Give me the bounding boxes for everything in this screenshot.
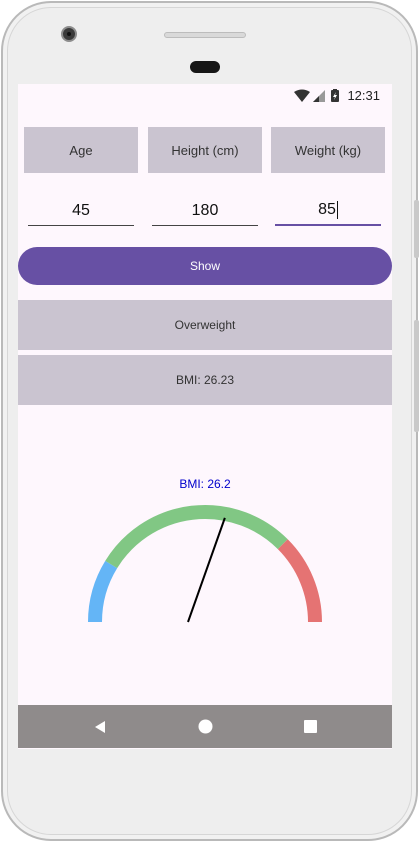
- weight-input-value: 85: [318, 201, 336, 218]
- volume-button: [414, 200, 419, 258]
- gauge-needle: [187, 517, 226, 623]
- show-button[interactable]: Show: [18, 247, 392, 285]
- wifi-icon: [294, 89, 310, 102]
- back-icon: [95, 720, 105, 733]
- gauge-label: BMI: 26.2: [179, 477, 231, 491]
- front-camera: [61, 26, 77, 42]
- navigation-bar: [18, 705, 392, 748]
- back-button[interactable]: [70, 705, 130, 748]
- height-input-value: 180: [191, 201, 219, 219]
- age-label: Age: [24, 127, 138, 173]
- status-bar: 12:31: [18, 84, 392, 108]
- power-button: [414, 320, 419, 432]
- weight-label: Weight (kg): [271, 127, 385, 173]
- earpiece-speaker: [164, 32, 246, 38]
- recents-button[interactable]: [280, 705, 340, 748]
- bmi-result: BMI: 26.23: [18, 355, 392, 405]
- app-screen: 12:31 Age Height (cm) Weight (kg) 45 180…: [18, 84, 392, 749]
- home-icon: [198, 719, 212, 734]
- height-input[interactable]: 180: [152, 196, 258, 226]
- text-cursor: [336, 201, 338, 219]
- category-result: Overweight: [18, 300, 392, 350]
- gauge-segment-1: [105, 505, 288, 569]
- status-icons: [294, 89, 339, 102]
- weight-input[interactable]: 85: [275, 196, 381, 226]
- age-input-value: 45: [72, 201, 90, 219]
- gauge-segment-2: [277, 539, 322, 623]
- phone-device: 12:31 Age Height (cm) Weight (kg) 45 180…: [0, 0, 419, 842]
- gauge-segment-0: [88, 560, 118, 623]
- status-time: 12:31: [347, 88, 380, 103]
- height-label: Height (cm): [148, 127, 262, 173]
- age-input[interactable]: 45: [28, 196, 134, 226]
- recents-icon: [303, 720, 317, 733]
- proximity-sensor: [190, 61, 220, 73]
- bmi-gauge: BMI: 26.2: [88, 477, 322, 623]
- home-button[interactable]: [175, 705, 235, 748]
